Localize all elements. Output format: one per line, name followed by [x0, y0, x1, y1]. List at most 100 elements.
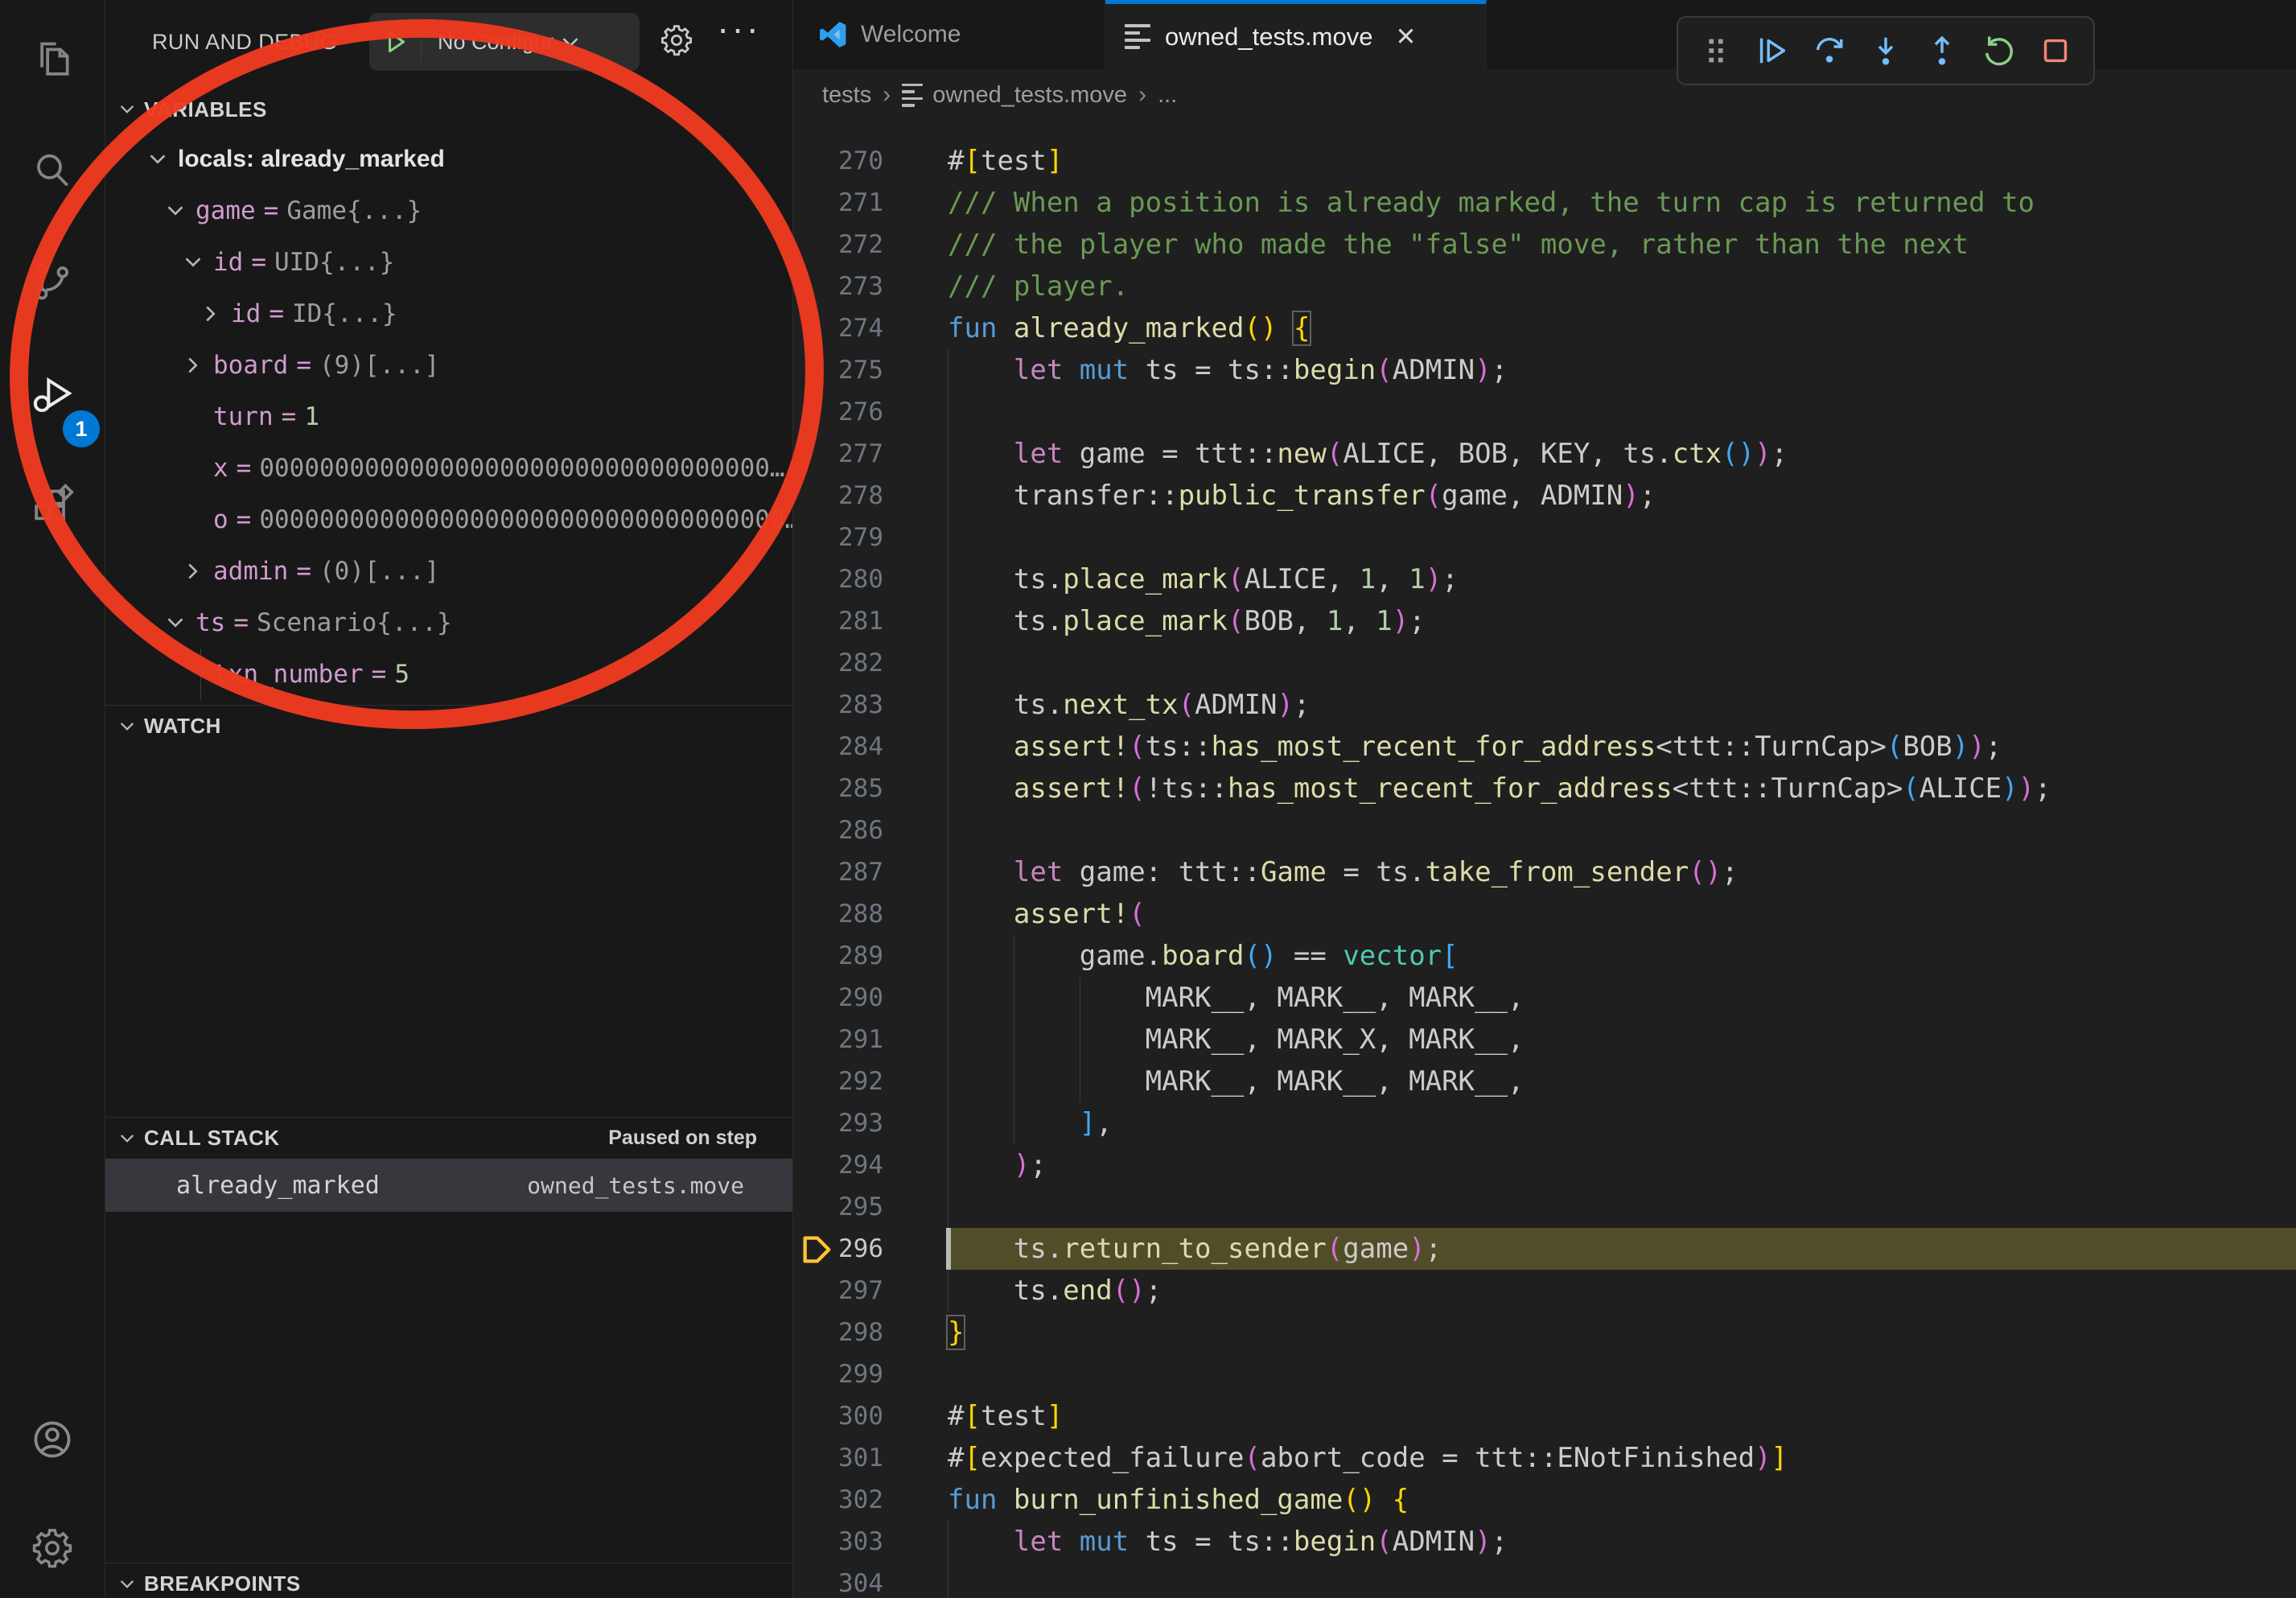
variable-row[interactable]: id=ID{...}	[105, 288, 792, 340]
code-line-302[interactable]: 302fun burn_unfinished_game() {	[793, 1479, 2296, 1521]
debug-settings-gear-icon[interactable]	[659, 23, 694, 62]
code-line-287[interactable]: 287 let game: ttt::Game = ts.take_from_s…	[793, 851, 2296, 893]
start-debug-config-button[interactable]: No Configur	[369, 13, 640, 71]
start-debugging-icon[interactable]	[382, 27, 409, 57]
line-number[interactable]: 273	[793, 266, 883, 307]
code-editor[interactable]: 270#[test]271/// When a position is alre…	[793, 121, 2296, 1598]
explorer-icon[interactable]	[30, 35, 75, 80]
code-line-289[interactable]: 289 game.board() == vector[	[793, 935, 2296, 977]
code-line-278[interactable]: 278 transfer::public_transfer(game, ADMI…	[793, 475, 2296, 517]
code-line-274[interactable]: 274fun already_marked() {	[793, 307, 2296, 349]
line-number[interactable]: 270	[793, 140, 883, 182]
code-line-275[interactable]: 275 let mut ts = ts::begin(ADMIN);	[793, 349, 2296, 391]
settings-gear-icon[interactable]	[30, 1526, 75, 1571]
variable-row[interactable]: ts=Scenario{...}	[105, 597, 792, 649]
variables-section-header[interactable]: VARIABLES	[105, 89, 792, 130]
close-tab-icon[interactable]: ✕	[1395, 23, 1416, 51]
code-line-280[interactable]: 280 ts.place_mark(ALICE, 1, 1);	[793, 558, 2296, 600]
line-number[interactable]: 299	[793, 1353, 883, 1395]
line-number[interactable]: 280	[793, 558, 883, 600]
code-line-286[interactable]: 286	[793, 809, 2296, 851]
variable-row[interactable]: turn=1	[105, 391, 792, 443]
code-line-297[interactable]: 297 ts.end();	[793, 1270, 2296, 1312]
code-line-303[interactable]: 303 let mut ts = ts::begin(ADMIN);	[793, 1521, 2296, 1563]
breadcrumb-folder[interactable]: tests	[822, 82, 871, 109]
variable-row[interactable]: game=Game{...}	[105, 185, 792, 237]
breadcrumb-symbol[interactable]: ...	[1158, 82, 1177, 109]
line-number[interactable]: 289	[793, 935, 883, 977]
line-number[interactable]: 298	[793, 1312, 883, 1353]
breakpoints-section-header[interactable]: BREAKPOINTS	[105, 1563, 792, 1598]
code-line-298[interactable]: 298}	[793, 1312, 2296, 1353]
code-line-276[interactable]: 276	[793, 391, 2296, 433]
restart-icon[interactable]	[1979, 31, 2019, 71]
toolbar-drag-grip[interactable]	[1696, 31, 1736, 71]
line-number[interactable]: 293	[793, 1102, 883, 1144]
code-line-295[interactable]: 295	[793, 1186, 2296, 1228]
variables-scope-row[interactable]: locals: already_marked	[105, 134, 792, 185]
more-actions-icon[interactable]: ···	[717, 6, 761, 50]
line-number[interactable]: 279	[793, 517, 883, 558]
variable-row[interactable]: admin=(0)[...]	[105, 546, 792, 597]
code-line-281[interactable]: 281 ts.place_mark(BOB, 1, 1);	[793, 600, 2296, 642]
line-number[interactable]: 301	[793, 1437, 883, 1479]
line-number[interactable]: 278	[793, 475, 883, 517]
call-stack-section-header[interactable]: CALL STACK Paused on step	[105, 1117, 792, 1159]
line-number[interactable]: 276	[793, 391, 883, 433]
code-line-300[interactable]: 300#[test]	[793, 1395, 2296, 1437]
variable-row[interactable]: txn_number=5	[105, 649, 792, 700]
line-number[interactable]: 283	[793, 684, 883, 726]
line-number[interactable]: 284	[793, 726, 883, 768]
code-line-293[interactable]: 293 ],	[793, 1102, 2296, 1144]
breadcrumb-file[interactable]: owned_tests.move	[932, 82, 1127, 109]
code-line-294[interactable]: 294 );	[793, 1144, 2296, 1186]
config-dropdown-label[interactable]: No Configur	[438, 30, 553, 55]
code-line-270[interactable]: 270#[test]	[793, 140, 2296, 182]
step-out-icon[interactable]	[1922, 31, 1962, 71]
code-line-285[interactable]: 285 assert!(!ts::has_most_recent_for_add…	[793, 768, 2296, 809]
line-number[interactable]: 271	[793, 182, 883, 224]
code-line-272[interactable]: 272/// the player who made the "false" m…	[793, 224, 2296, 266]
line-number[interactable]: 300	[793, 1395, 883, 1437]
code-line-282[interactable]: 282	[793, 642, 2296, 684]
chevron-right-icon[interactable]	[197, 300, 224, 327]
stop-icon[interactable]	[2035, 31, 2076, 71]
line-number[interactable]: 272	[793, 224, 883, 266]
code-line-291[interactable]: 291 MARK__, MARK_X, MARK__,	[793, 1019, 2296, 1061]
step-into-icon[interactable]	[1866, 31, 1906, 71]
line-number[interactable]: 277	[793, 433, 883, 475]
code-line-277[interactable]: 277 let game = ttt::new(ALICE, BOB, KEY,…	[793, 433, 2296, 475]
chevron-down-icon[interactable]	[162, 197, 189, 224]
code-line-301[interactable]: 301#[expected_failure(abort_code = ttt::…	[793, 1437, 2296, 1479]
tab-owned-tests-move[interactable]: owned_tests.move ✕	[1105, 0, 1487, 69]
line-number[interactable]: 281	[793, 600, 883, 642]
chevron-right-icon[interactable]	[179, 558, 207, 585]
line-number[interactable]: 303	[793, 1521, 883, 1563]
code-line-271[interactable]: 271/// When a position is already marked…	[793, 182, 2296, 224]
step-over-icon[interactable]	[1809, 31, 1850, 71]
variable-row[interactable]: o=00000000000000000000000000000000000…	[105, 494, 792, 546]
line-number[interactable]: 304	[793, 1563, 883, 1598]
line-number[interactable]: 275	[793, 349, 883, 391]
code-line-284[interactable]: 284 assert!(ts::has_most_recent_for_addr…	[793, 726, 2296, 768]
code-line-292[interactable]: 292 MARK__, MARK__, MARK__,	[793, 1061, 2296, 1102]
watch-section-header[interactable]: WATCH	[105, 705, 792, 747]
line-number[interactable]: 302	[793, 1479, 883, 1521]
chevron-down-icon[interactable]	[162, 609, 189, 636]
chevron-down-icon[interactable]	[558, 30, 582, 54]
code-line-296[interactable]: 296 ts.return_to_sender(game);	[793, 1228, 2296, 1270]
line-number[interactable]: 286	[793, 809, 883, 851]
code-line-273[interactable]: 273/// player.	[793, 266, 2296, 307]
run-and-debug-icon[interactable]	[30, 372, 75, 417]
tab-welcome[interactable]: Welcome	[793, 0, 1105, 69]
code-line-279[interactable]: 279	[793, 517, 2296, 558]
line-number[interactable]: 294	[793, 1144, 883, 1186]
line-number[interactable]: 290	[793, 977, 883, 1019]
continue-icon[interactable]	[1752, 31, 1792, 71]
extensions-icon[interactable]	[30, 483, 75, 528]
line-number[interactable]: 288	[793, 893, 883, 935]
call-stack-frame[interactable]: already_marked owned_tests.move	[105, 1159, 792, 1212]
account-icon[interactable]	[30, 1417, 75, 1462]
line-number[interactable]: 287	[793, 851, 883, 893]
code-line-283[interactable]: 283 ts.next_tx(ADMIN);	[793, 684, 2296, 726]
